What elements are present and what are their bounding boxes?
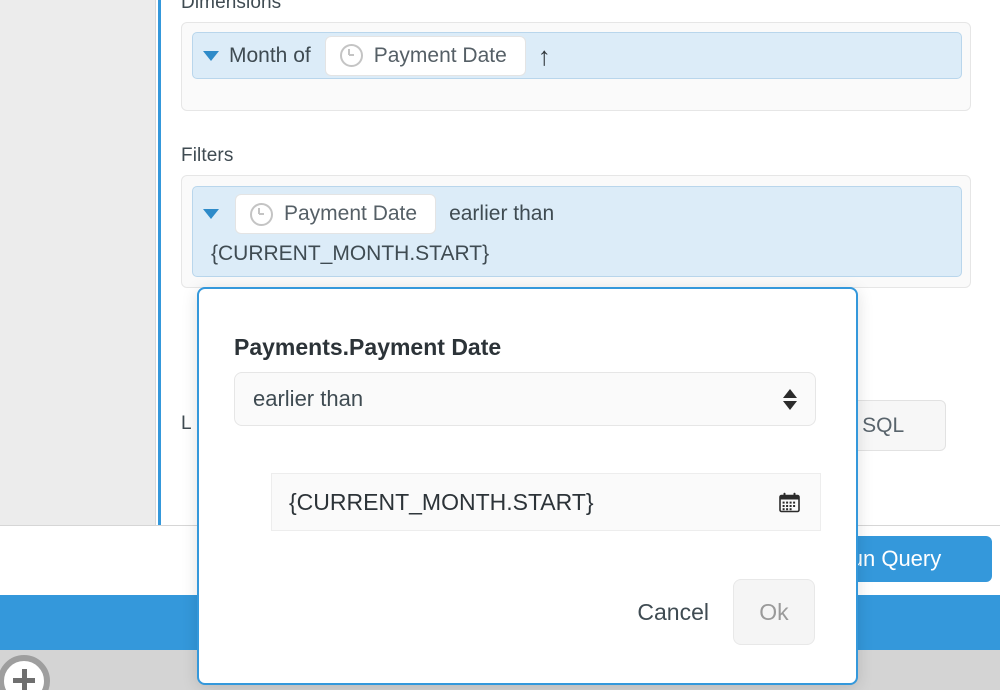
limit-section-label: L — [181, 413, 192, 434]
sort-ascending-icon[interactable]: ↑ — [538, 43, 551, 69]
dimension-grouping-label: Month of — [229, 43, 311, 67]
panel-focus-edge — [158, 0, 161, 525]
dimension-chip-month-of-payment-date[interactable]: Month of Payment Date ↑ — [192, 32, 962, 79]
filters-section-label: Filters — [181, 145, 234, 166]
filter-field-token[interactable]: Payment Date — [235, 194, 437, 234]
filter-edit-dialog: Payments.Payment Date earlier than {CURR… — [197, 287, 858, 685]
dimensions-section-label: Dimensions — [181, 0, 282, 13]
cancel-button[interactable]: Cancel — [619, 585, 727, 640]
dialog-title: Payments.Payment Date — [234, 334, 502, 360]
operator-select[interactable]: earlier than — [234, 372, 816, 426]
filter-value-label: {CURRENT_MONTH.START} — [211, 242, 490, 265]
clock-icon — [339, 44, 363, 67]
caret-down-icon[interactable] — [203, 50, 219, 61]
date-value-text: {CURRENT_MONTH.START} — [289, 488, 594, 515]
caret-down-icon[interactable] — [203, 209, 219, 219]
dimension-field-token[interactable]: Payment Date — [324, 35, 526, 76]
filter-field-label: Payment Date — [284, 202, 418, 225]
filter-chip-payment-date[interactable]: Payment Date earlier than {CURRENT_MONTH… — [192, 186, 962, 277]
dialog-footer: Cancel Ok — [199, 579, 856, 645]
date-value-input[interactable]: {CURRENT_MONTH.START} — [271, 473, 821, 531]
updown-arrows-icon[interactable] — [783, 388, 797, 410]
ok-button[interactable]: Ok — [733, 579, 815, 645]
dimension-field-label: Payment Date — [373, 43, 507, 67]
app-root: Dimensions Month of Payment Date ↑ Filte… — [0, 0, 1000, 690]
calendar-icon[interactable] — [779, 492, 800, 513]
left-sidebar-panel — [0, 0, 156, 525]
clock-icon — [250, 202, 273, 226]
filter-operator-label: earlier than — [449, 202, 555, 225]
operator-select-value: earlier than — [253, 386, 364, 411]
